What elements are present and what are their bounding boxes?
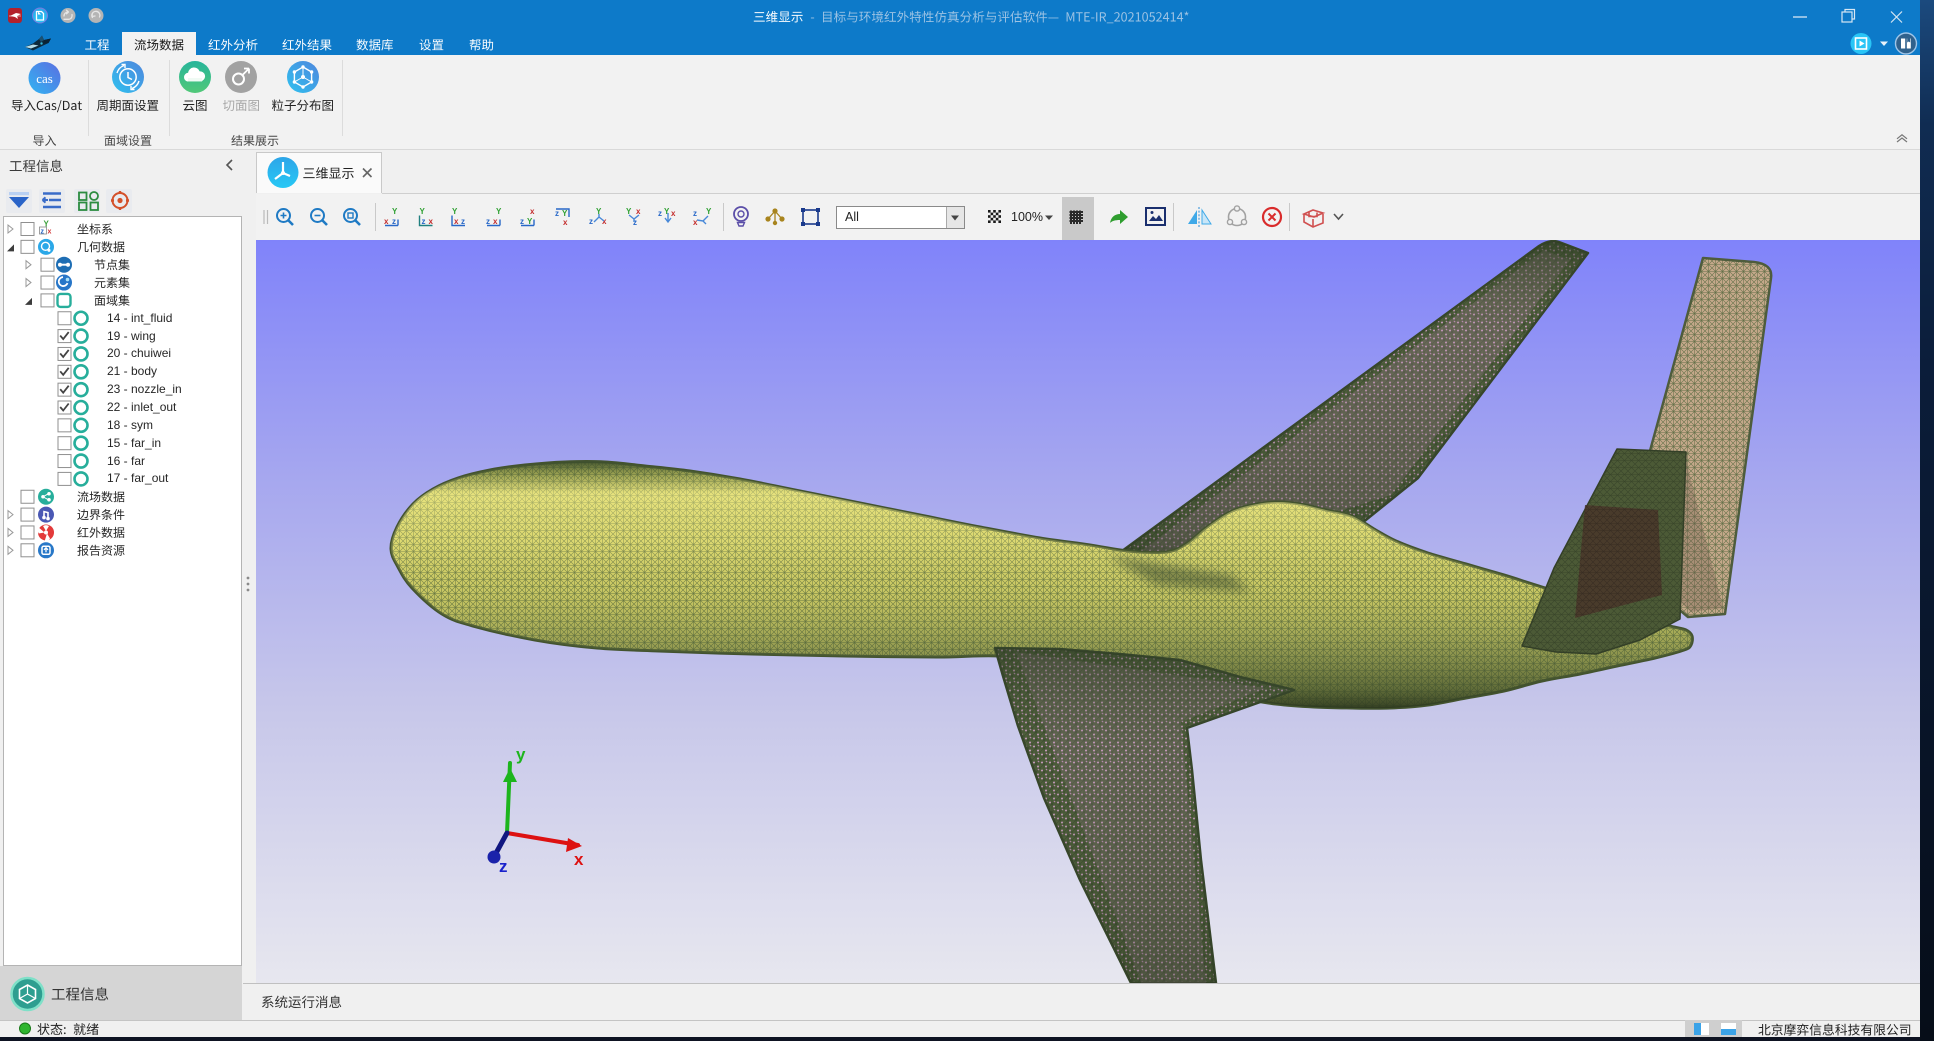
svg-text:x: x [429,217,434,226]
svg-text:Y: Y [664,207,670,216]
svg-text:x: x [563,218,568,227]
svg-text:x: x [602,217,607,226]
svg-text:z: z [589,217,593,226]
svg-text:Y: Y [496,207,502,216]
svg-text:cas: cas [36,71,53,86]
svg-text:x: x [384,217,389,226]
svg-text:z: z [486,217,490,226]
svg-text:z: z [422,217,426,226]
svg-text:z: z [392,217,396,226]
svg-text:z: z [555,209,559,218]
svg-text:z: z [520,217,524,226]
svg-text:x: x [454,217,459,226]
svg-text:x: x [671,209,676,218]
svg-text:Y: Y [452,207,458,216]
svg-text:z: z [693,209,697,218]
svg-text:Y: Y [392,207,398,216]
svg-text:z: z [658,209,662,218]
svg-text:x: x [493,217,498,226]
svg-text:z: z [461,217,465,226]
svg-text:Y: Y [562,209,568,218]
svg-text:Y: Y [527,217,533,226]
svg-text:x: x [530,207,535,216]
svg-text:Y: Y [706,207,712,216]
svg-text:Y: Y [420,207,426,216]
svg-text:x: x [48,229,52,236]
svg-text:Y: Y [626,207,632,216]
svg-text:z: z [41,229,45,236]
